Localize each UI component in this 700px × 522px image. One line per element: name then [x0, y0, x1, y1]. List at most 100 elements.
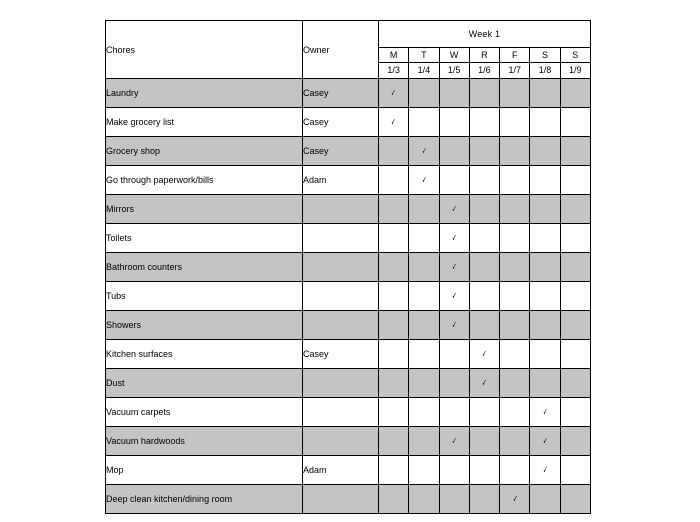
chore-day-cell[interactable]: ✓	[529, 136, 561, 166]
chore-day-cell[interactable]: ✓	[559, 252, 591, 282]
chore-day-cell[interactable]: ✓	[529, 397, 561, 427]
chore-day-cell[interactable]: ✓	[499, 368, 531, 398]
chore-day-cell[interactable]: ✓	[438, 78, 470, 108]
chore-day-cell[interactable]: ✓	[468, 484, 501, 514]
chore-day-cell[interactable]: ✓	[438, 484, 470, 514]
chore-day-cell[interactable]: ✓	[408, 281, 440, 311]
chore-day-cell[interactable]: ✓	[408, 455, 440, 485]
chore-day-cell[interactable]: ✓	[438, 339, 470, 369]
chore-day-cell[interactable]: ✓	[499, 136, 531, 166]
chore-day-cell[interactable]: ✓	[377, 194, 410, 224]
chore-day-cell[interactable]: ✓	[499, 78, 531, 108]
chore-day-cell[interactable]: ✓	[559, 310, 591, 340]
chore-day-cell[interactable]: ✓	[529, 339, 561, 369]
chore-day-cell[interactable]: ✓	[529, 281, 561, 311]
chore-day-cell[interactable]: ✓	[559, 136, 591, 166]
chore-day-cell[interactable]: ✓	[559, 281, 591, 311]
chore-day-cell[interactable]: ✓	[468, 397, 501, 427]
chore-day-cell[interactable]: ✓	[529, 107, 561, 137]
chore-day-cell[interactable]: ✓	[499, 281, 531, 311]
chore-day-cell[interactable]: ✓	[377, 339, 410, 369]
chore-day-cell[interactable]: ✓	[529, 223, 561, 253]
chore-day-cell[interactable]: ✓	[559, 397, 591, 427]
chore-day-cell[interactable]: ✓	[559, 339, 591, 369]
chore-day-cell[interactable]: ✓	[468, 165, 501, 195]
chore-day-cell[interactable]: ✓	[499, 223, 531, 253]
chore-day-cell[interactable]: ✓	[499, 426, 531, 456]
chore-day-cell[interactable]: ✓	[468, 194, 501, 224]
chore-day-cell[interactable]: ✓	[438, 426, 470, 456]
chore-day-cell[interactable]: ✓	[468, 107, 501, 137]
chore-day-cell[interactable]: ✓	[377, 136, 410, 166]
chore-day-cell[interactable]: ✓	[499, 339, 531, 369]
chore-day-cell[interactable]: ✓	[408, 78, 440, 108]
chore-day-cell[interactable]: ✓	[408, 310, 440, 340]
chore-day-cell[interactable]: ✓	[559, 107, 591, 137]
chore-day-cell[interactable]: ✓	[408, 136, 440, 166]
chore-day-cell[interactable]: ✓	[377, 426, 410, 456]
chore-day-cell[interactable]: ✓	[559, 484, 591, 514]
chore-day-cell[interactable]: ✓	[468, 136, 501, 166]
chore-day-cell[interactable]: ✓	[408, 223, 440, 253]
chore-day-cell[interactable]: ✓	[529, 455, 561, 485]
chore-day-cell[interactable]: ✓	[377, 368, 410, 398]
chore-day-cell[interactable]: ✓	[408, 252, 440, 282]
chore-day-cell[interactable]: ✓	[438, 397, 470, 427]
chore-day-cell[interactable]: ✓	[529, 78, 561, 108]
chore-day-cell[interactable]: ✓	[559, 426, 591, 456]
chore-day-cell[interactable]: ✓	[559, 368, 591, 398]
chore-day-cell[interactable]: ✓	[438, 194, 470, 224]
chore-day-cell[interactable]: ✓	[438, 455, 470, 485]
chore-day-cell[interactable]: ✓	[468, 310, 501, 340]
chore-day-cell[interactable]: ✓	[468, 426, 501, 456]
chore-day-cell[interactable]: ✓	[438, 165, 470, 195]
chore-day-cell[interactable]: ✓	[559, 223, 591, 253]
chore-day-cell[interactable]: ✓	[559, 194, 591, 224]
chore-day-cell[interactable]: ✓	[377, 78, 410, 108]
chore-day-cell[interactable]: ✓	[377, 310, 410, 340]
chore-day-cell[interactable]: ✓	[499, 484, 531, 514]
chore-day-cell[interactable]: ✓	[559, 78, 591, 108]
chore-day-cell[interactable]: ✓	[438, 136, 470, 166]
chore-day-cell[interactable]: ✓	[408, 107, 440, 137]
chore-day-cell[interactable]: ✓	[408, 397, 440, 427]
chore-day-cell[interactable]: ✓	[377, 252, 410, 282]
chore-day-cell[interactable]: ✓	[468, 455, 501, 485]
chore-day-cell[interactable]: ✓	[468, 281, 501, 311]
chore-day-cell[interactable]: ✓	[559, 455, 591, 485]
chore-day-cell[interactable]: ✓	[499, 107, 531, 137]
chore-day-cell[interactable]: ✓	[438, 107, 470, 137]
chore-day-cell[interactable]: ✓	[529, 310, 561, 340]
chore-day-cell[interactable]: ✓	[438, 368, 470, 398]
chore-day-cell[interactable]: ✓	[499, 194, 531, 224]
chore-day-cell[interactable]: ✓	[408, 426, 440, 456]
chore-day-cell[interactable]: ✓	[529, 484, 561, 514]
chore-day-cell[interactable]: ✓	[529, 165, 561, 195]
chore-day-cell[interactable]: ✓	[408, 484, 440, 514]
chore-day-cell[interactable]: ✓	[499, 455, 531, 485]
chore-day-cell[interactable]: ✓	[438, 252, 470, 282]
chore-day-cell[interactable]: ✓	[499, 397, 531, 427]
chore-day-cell[interactable]: ✓	[499, 165, 531, 195]
chore-day-cell[interactable]: ✓	[438, 310, 470, 340]
chore-day-cell[interactable]: ✓	[377, 165, 410, 195]
chore-day-cell[interactable]: ✓	[499, 310, 531, 340]
chore-day-cell[interactable]: ✓	[377, 455, 410, 485]
chore-day-cell[interactable]: ✓	[529, 252, 561, 282]
chore-day-cell[interactable]: ✓	[529, 368, 561, 398]
chore-day-cell[interactable]: ✓	[438, 223, 470, 253]
chore-day-cell[interactable]: ✓	[559, 165, 591, 195]
chore-day-cell[interactable]: ✓	[408, 339, 440, 369]
chore-day-cell[interactable]: ✓	[499, 252, 531, 282]
chore-day-cell[interactable]: ✓	[408, 368, 440, 398]
chore-day-cell[interactable]: ✓	[377, 397, 410, 427]
chore-day-cell[interactable]: ✓	[377, 484, 410, 514]
chore-day-cell[interactable]: ✓	[438, 281, 470, 311]
chore-day-cell[interactable]: ✓	[468, 368, 501, 398]
chore-day-cell[interactable]: ✓	[468, 223, 501, 253]
chore-day-cell[interactable]: ✓	[529, 194, 561, 224]
chore-day-cell[interactable]: ✓	[408, 194, 440, 224]
chore-day-cell[interactable]: ✓	[408, 165, 440, 195]
chore-day-cell[interactable]: ✓	[468, 339, 501, 369]
chore-day-cell[interactable]: ✓	[529, 426, 561, 456]
